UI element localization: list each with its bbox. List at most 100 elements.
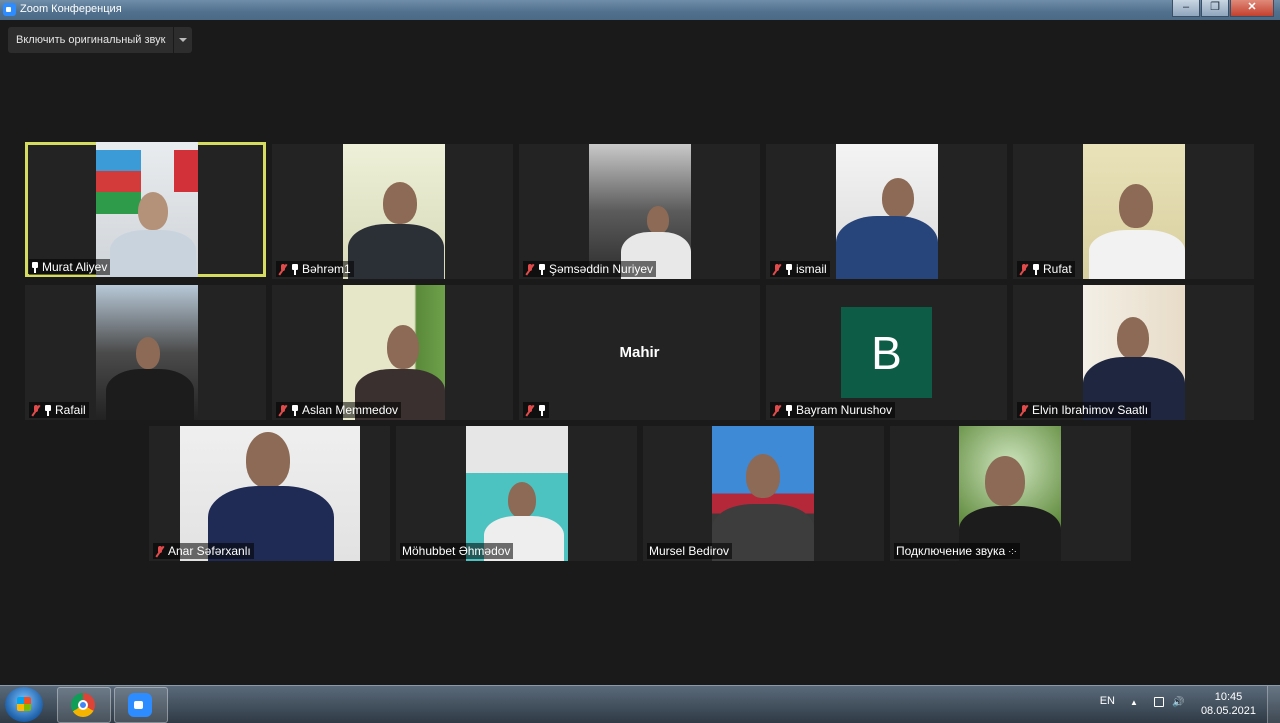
zoom-app-icon bbox=[3, 3, 16, 16]
participant-caption: Mursel Bedirov bbox=[647, 543, 733, 559]
mic-muted-icon bbox=[155, 545, 165, 557]
system-tray: EN ▲ 🔊 10:45 08.05.2021 bbox=[1080, 686, 1280, 723]
participant-caption: Möhubbet Əhmədov bbox=[400, 543, 514, 559]
participant-name: Rufat bbox=[1043, 262, 1072, 276]
participant-name: Aslan Memmedov bbox=[302, 403, 399, 417]
mic-muted-icon bbox=[772, 404, 782, 416]
windows-taskbar: EN ▲ 🔊 10:45 08.05.2021 bbox=[0, 685, 1280, 723]
participant-video bbox=[1083, 144, 1185, 279]
gallery-view: Включить оригинальный звук Murat Aliyev … bbox=[0, 20, 1280, 685]
taskbar-app-zoom[interactable] bbox=[114, 687, 168, 723]
language-indicator[interactable]: EN bbox=[1100, 695, 1115, 707]
participant-tile[interactable]: Bəhrəm1 bbox=[272, 144, 513, 279]
participant-video bbox=[96, 285, 198, 420]
participant-video bbox=[466, 426, 568, 561]
chevron-down-icon[interactable] bbox=[173, 27, 193, 53]
participant-tile[interactable]: B Bayram Nurushov bbox=[766, 285, 1007, 420]
window-title: Zoom Конференция bbox=[20, 3, 122, 15]
participant-tile[interactable]: Aslan Memmedov bbox=[272, 285, 513, 420]
participant-tile[interactable]: Murat Aliyev bbox=[25, 142, 266, 277]
participant-name: Mursel Bedirov bbox=[649, 544, 730, 558]
participant-caption: Rufat bbox=[1017, 261, 1075, 277]
participant-name: Подключение звука bbox=[896, 544, 1006, 558]
participant-caption: Elvin Ibrahimov Saatlı bbox=[1017, 402, 1152, 418]
participant-caption: Bayram Nurushov bbox=[770, 402, 896, 418]
participant-name: Elvin Ibrahimov Saatlı bbox=[1032, 403, 1149, 417]
participant-tile[interactable]: Rafail bbox=[25, 285, 266, 420]
mic-muted-icon bbox=[1019, 404, 1029, 416]
participant-name: Murat Aliyev bbox=[42, 260, 108, 274]
participant-video bbox=[180, 426, 360, 561]
participant-caption: Rafail bbox=[29, 402, 89, 418]
mic-muted-icon bbox=[525, 404, 535, 416]
mic-muted-icon bbox=[1019, 263, 1029, 275]
clock-date: 08.05.2021 bbox=[1200, 705, 1256, 717]
pin-icon bbox=[291, 404, 299, 416]
participant-name: Şəmsəddin Nuriyev bbox=[549, 262, 654, 276]
participant-name: Anar Səfərxanlı bbox=[168, 544, 251, 558]
show-hidden-icons-icon[interactable]: ▲ bbox=[1128, 697, 1140, 709]
clock[interactable]: 10:45 08.05.2021 bbox=[1201, 690, 1256, 718]
pin-icon bbox=[785, 263, 793, 275]
minimize-button[interactable]: – bbox=[1172, 0, 1200, 17]
participant-caption: Aslan Memmedov bbox=[276, 402, 402, 418]
mic-muted-icon bbox=[772, 263, 782, 275]
participant-video bbox=[343, 285, 445, 420]
participant-video bbox=[96, 142, 198, 277]
show-desktop-button[interactable] bbox=[1267, 686, 1280, 723]
taskbar-app-chrome[interactable] bbox=[57, 687, 111, 723]
participant-caption: Подключение звука ·:· bbox=[894, 543, 1020, 559]
participant-tile[interactable]: ismail bbox=[766, 144, 1007, 279]
pin-icon bbox=[44, 404, 52, 416]
pin-icon bbox=[785, 404, 793, 416]
participant-tile[interactable]: Подключение звука ·:· bbox=[890, 426, 1131, 561]
participant-tile[interactable]: Mursel Bedirov bbox=[643, 426, 884, 561]
participant-avatar: B bbox=[841, 307, 932, 398]
close-button[interactable]: ✕ bbox=[1230, 0, 1274, 17]
network-icon[interactable] bbox=[1154, 697, 1164, 707]
participant-name-display: Mahir bbox=[619, 344, 660, 361]
chrome-icon bbox=[71, 693, 95, 717]
participant-name: Bəhrəm1 bbox=[302, 262, 351, 276]
participant-video bbox=[343, 144, 445, 279]
pin-icon bbox=[31, 261, 39, 273]
participant-name: Möhubbet Əhmədov bbox=[402, 544, 511, 558]
participant-video bbox=[589, 144, 691, 279]
participant-caption: Şəmsəddin Nuriyev bbox=[523, 261, 657, 277]
participant-caption: Anar Səfərxanlı bbox=[153, 543, 254, 559]
original-sound-label: Включить оригинальный звук bbox=[8, 27, 174, 53]
participant-caption: Bəhrəm1 bbox=[276, 261, 354, 277]
zoom-icon bbox=[128, 693, 152, 717]
participant-tile[interactable]: Elvin Ibrahimov Saatlı bbox=[1013, 285, 1254, 420]
participant-name: Bayram Nurushov bbox=[796, 403, 893, 417]
pin-icon bbox=[291, 263, 299, 275]
volume-icon[interactable]: 🔊 bbox=[1172, 697, 1184, 709]
participant-video bbox=[836, 144, 938, 279]
participant-name: Rafail bbox=[55, 403, 86, 417]
participant-tile[interactable]: Şəmsəddin Nuriyev bbox=[519, 144, 760, 279]
maximize-button[interactable]: ❐ bbox=[1201, 0, 1229, 17]
participant-caption: ismail bbox=[770, 261, 830, 277]
participant-tile[interactable]: Möhubbet Əhmədov bbox=[396, 426, 637, 561]
mic-muted-icon bbox=[525, 263, 535, 275]
participant-name: ismail bbox=[796, 262, 827, 276]
mic-muted-icon bbox=[278, 404, 288, 416]
connecting-spinner-icon: ·:· bbox=[1008, 546, 1017, 556]
participant-video bbox=[1083, 285, 1185, 420]
title-bar: Zoom Конференция – ❐ ✕ bbox=[0, 0, 1280, 20]
turkey-flag bbox=[174, 150, 198, 192]
start-button[interactable] bbox=[5, 687, 43, 722]
mic-muted-icon bbox=[278, 263, 288, 275]
original-sound-button[interactable]: Включить оригинальный звук bbox=[8, 27, 193, 53]
mic-muted-icon bbox=[31, 404, 41, 416]
participant-tile[interactable]: Mahir bbox=[519, 285, 760, 420]
pin-icon bbox=[1032, 263, 1040, 275]
participant-video bbox=[959, 426, 1061, 561]
participant-caption bbox=[523, 402, 549, 418]
participant-caption: Murat Aliyev bbox=[29, 259, 111, 275]
pin-icon bbox=[538, 263, 546, 275]
participant-tile[interactable]: Rufat bbox=[1013, 144, 1254, 279]
participant-tile[interactable]: Anar Səfərxanlı bbox=[149, 426, 390, 561]
pin-icon bbox=[538, 404, 546, 416]
azerbaijan-flag bbox=[96, 150, 141, 214]
